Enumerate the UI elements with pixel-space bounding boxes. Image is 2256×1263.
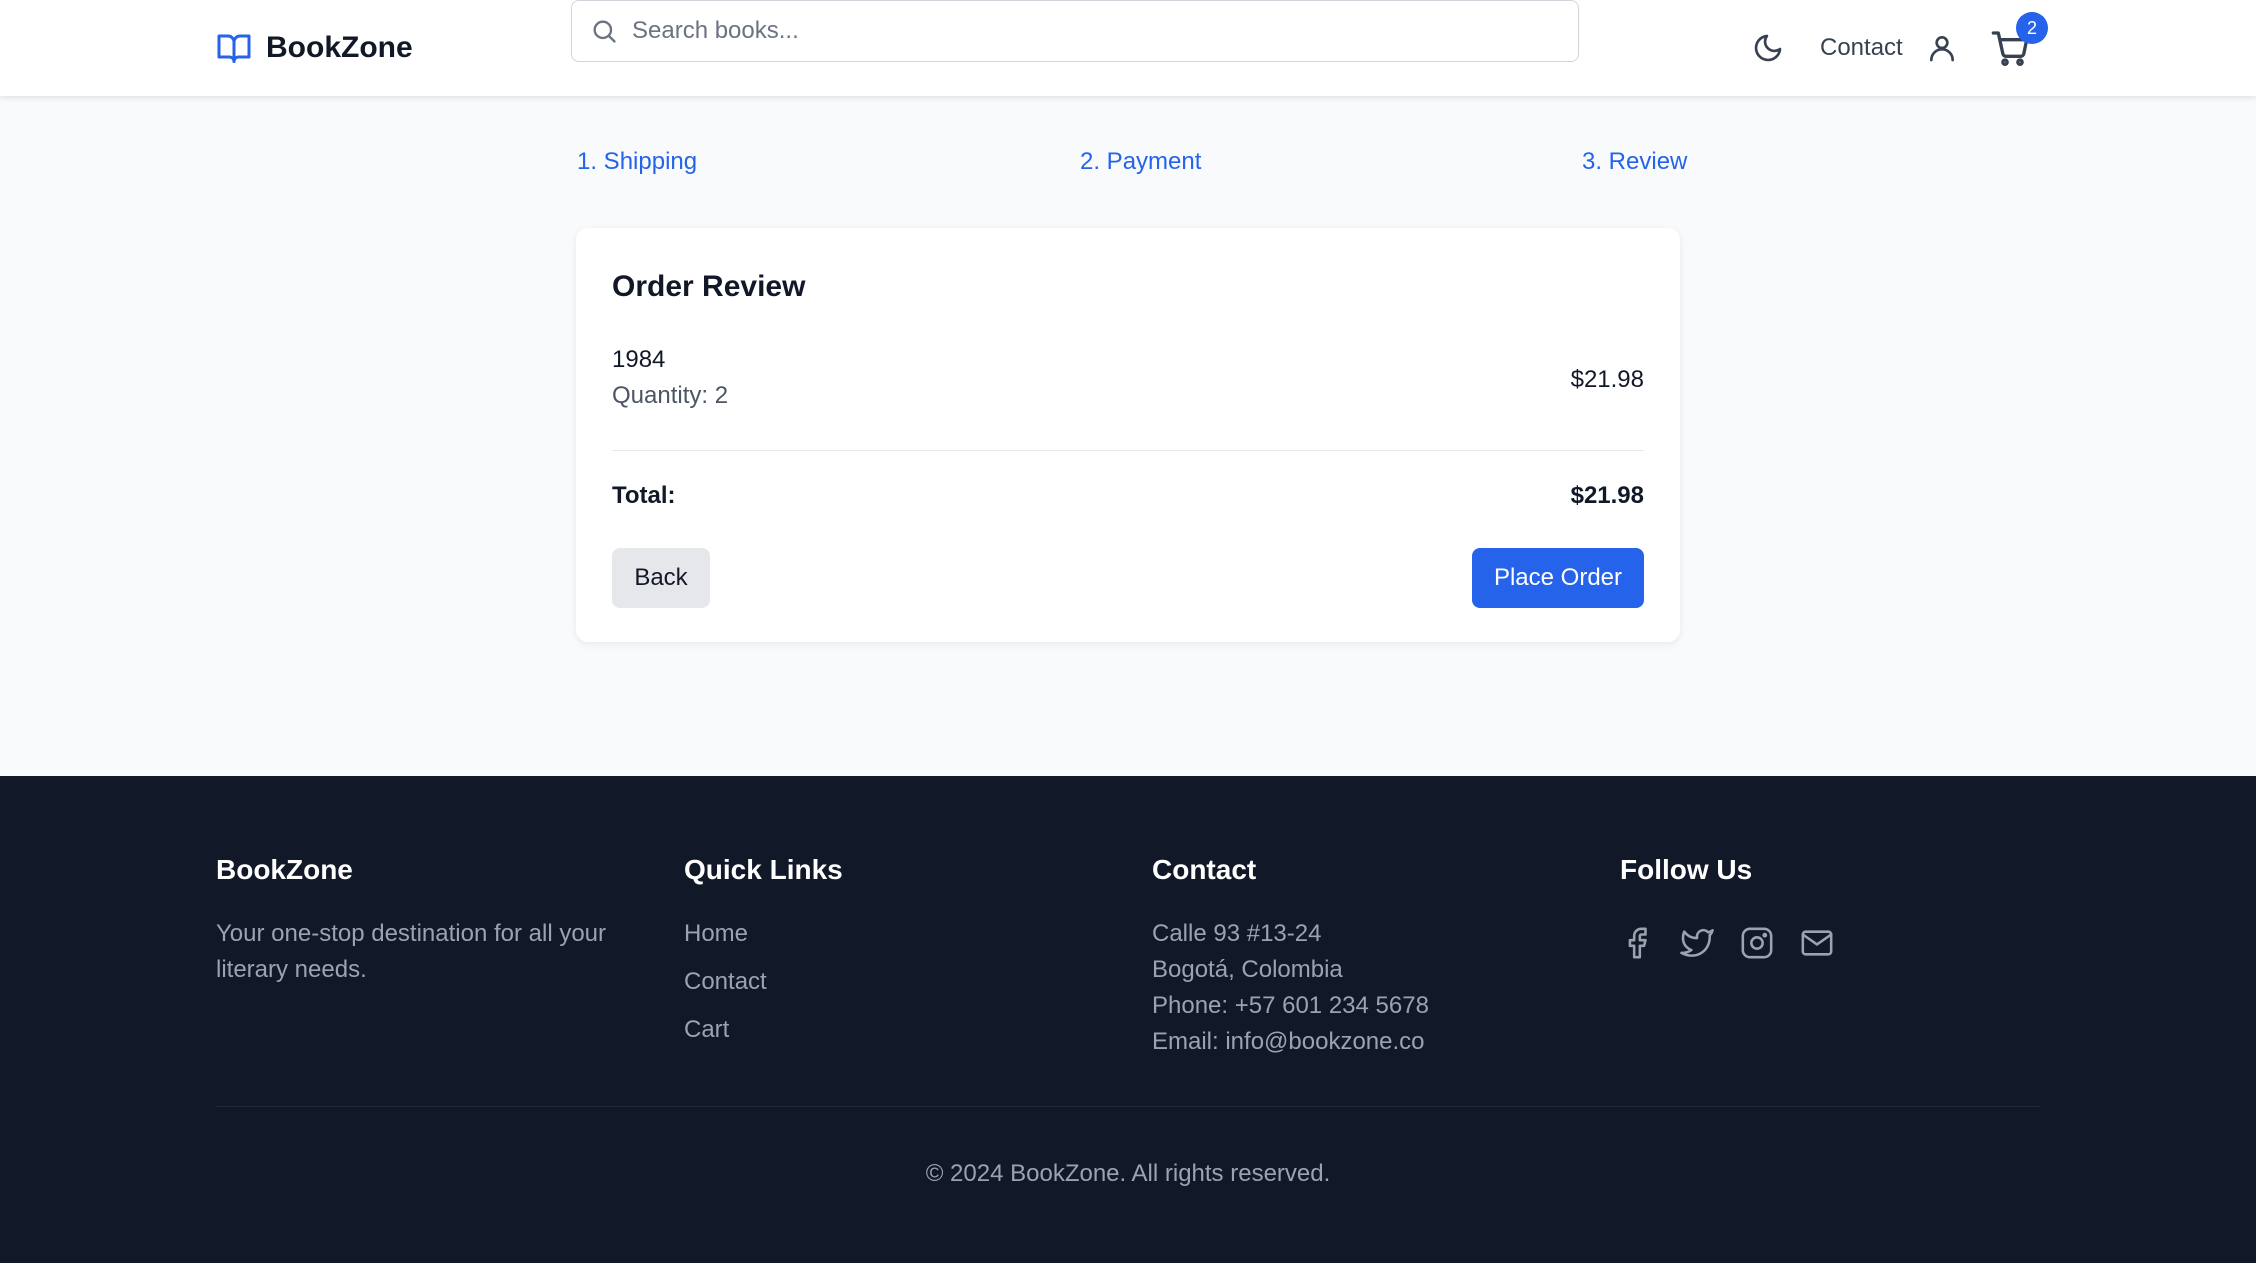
divider bbox=[612, 450, 1644, 451]
site-footer: BookZone Your one-stop destination for a… bbox=[0, 776, 2256, 1263]
footer-phone-line: Phone: +57 601 234 5678 bbox=[1152, 992, 1429, 1019]
footer-follow-column: Follow Us bbox=[1620, 854, 1834, 960]
step-review[interactable]: 3. Review bbox=[1582, 148, 1687, 176]
site-header: BookZone Contact 2 bbox=[0, 0, 2256, 96]
place-order-button[interactable]: Place Order bbox=[1472, 548, 1644, 608]
nav-contact-link[interactable]: Contact bbox=[1820, 34, 1903, 62]
order-review-card: Order Review 1984 Quantity: 2 $21.98 Tot… bbox=[576, 228, 1680, 642]
search-input[interactable] bbox=[632, 17, 1532, 45]
footer-address-line: Calle 93 #13-24 bbox=[1152, 920, 1322, 947]
instagram-icon[interactable] bbox=[1740, 926, 1774, 960]
moon-icon[interactable] bbox=[1752, 32, 1784, 64]
footer-quick-links-heading: Quick Links bbox=[684, 854, 843, 885]
footer-link-home[interactable]: Home bbox=[684, 916, 843, 952]
footer-link-contact[interactable]: Contact bbox=[684, 964, 843, 1000]
open-book-icon bbox=[216, 30, 252, 66]
item-quantity: Quantity: 2 bbox=[612, 382, 729, 409]
footer-email-line: Email: info@bookzone.co bbox=[1152, 1028, 1425, 1055]
item-name: 1984 bbox=[612, 346, 666, 373]
footer-contact-heading: Contact bbox=[1152, 854, 1257, 885]
total-value: $21.98 bbox=[1570, 482, 1644, 509]
footer-tagline: Your one-stop destination for all your l… bbox=[216, 920, 607, 983]
user-icon[interactable] bbox=[1926, 32, 1958, 64]
twitter-icon[interactable] bbox=[1680, 926, 1714, 960]
copyright-text: © 2024 BookZone. All rights reserved. bbox=[925, 1160, 1331, 1187]
search-bar[interactable] bbox=[571, 0, 1579, 62]
footer-brand-heading: BookZone bbox=[216, 854, 353, 885]
search-icon bbox=[590, 17, 618, 45]
total-label: Total: bbox=[612, 482, 676, 509]
footer-contact-column: Contact Calle 93 #13-24 Bogotá, Colombia… bbox=[1152, 854, 1429, 1060]
item-price: $21.98 bbox=[1570, 366, 1644, 393]
footer-city-line: Bogotá, Colombia bbox=[1152, 956, 1343, 983]
mail-icon[interactable] bbox=[1800, 926, 1834, 960]
footer-quick-links-column: Quick Links Home Contact Cart bbox=[684, 854, 843, 1048]
brand-name: BookZone bbox=[266, 31, 413, 64]
footer-brand-column: BookZone Your one-stop destination for a… bbox=[216, 854, 636, 988]
back-button[interactable]: Back bbox=[612, 548, 710, 608]
brand-logo-link[interactable]: BookZone bbox=[216, 30, 413, 66]
order-review-title: Order Review bbox=[612, 270, 806, 303]
facebook-icon[interactable] bbox=[1620, 926, 1654, 960]
footer-divider bbox=[216, 1106, 2040, 1107]
step-payment[interactable]: 2. Payment bbox=[1080, 148, 1201, 176]
footer-link-cart[interactable]: Cart bbox=[684, 1012, 843, 1048]
step-shipping[interactable]: 1. Shipping bbox=[577, 148, 697, 176]
footer-follow-heading: Follow Us bbox=[1620, 854, 1753, 885]
cart-count-badge: 2 bbox=[2016, 12, 2048, 44]
